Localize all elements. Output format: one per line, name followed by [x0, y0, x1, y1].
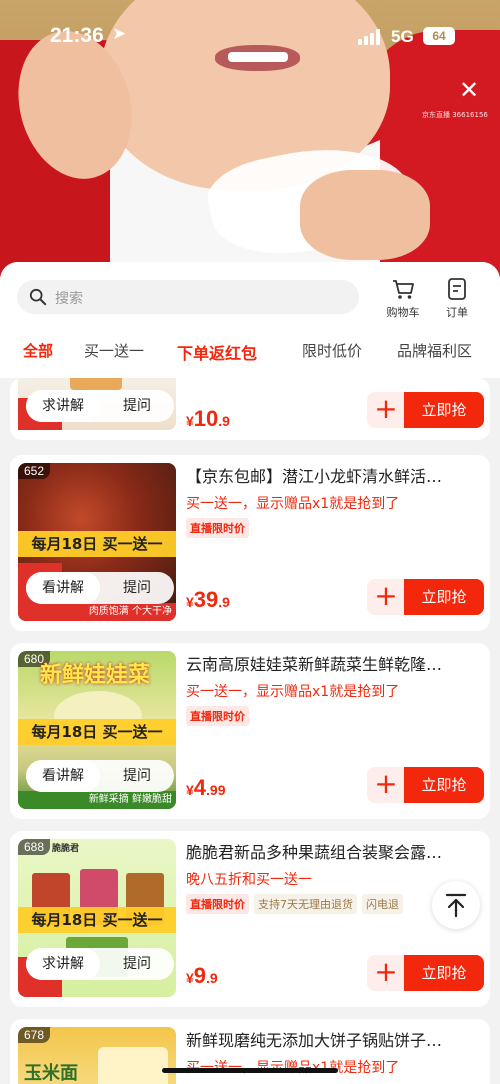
search-icon: [29, 288, 47, 306]
cart-label: 购物车: [386, 306, 420, 319]
ask-question-button[interactable]: 提问: [100, 572, 174, 604]
cart-icon: [393, 280, 414, 299]
watch-explain-button[interactable]: 看讲解: [26, 572, 100, 604]
price-integer: 4: [193, 775, 207, 800]
ask-question-button[interactable]: 提问: [100, 760, 174, 792]
tab-buy-one-get-one[interactable]: 买一送一: [84, 340, 144, 361]
explain-ask-pill: 求讲解 提问: [26, 390, 174, 422]
promo-band: 每月18日 买一送一: [18, 719, 176, 745]
cart-button[interactable]: 购物车: [378, 276, 428, 320]
search-input[interactable]: 搜索: [17, 280, 359, 314]
explain-ask-pill: 看讲解 提问: [26, 760, 174, 792]
tag-live-price: 直播限时价: [186, 894, 249, 914]
explain-ask-pill: 看讲解 提问: [26, 572, 174, 604]
tab-red-packet[interactable]: 下单返红包: [177, 340, 257, 364]
product-price: ¥39.9: [186, 587, 230, 612]
add-to-cart-button[interactable]: +: [367, 955, 405, 991]
product-subtitle: 买一送一，显示赠品x1就是抢到了: [186, 1057, 399, 1077]
product-tags: 直播限时价: [186, 518, 254, 538]
panel-header: 搜索 购物车 订单 全部 买一送一 下单返红包 限时低价 品牌福利区: [0, 262, 500, 378]
category-tabs: 全部 买一送一 下单返红包 限时低价 品牌福利区: [0, 340, 500, 364]
product-title[interactable]: 脆脆君新品多种果蔬组合装聚会露…: [186, 839, 478, 863]
product-card[interactable]: 求讲解 提问 ¥10.9 + 立即抢: [10, 378, 490, 440]
orders-icon: [448, 278, 466, 300]
explain-ask-pill: 求讲解 提问: [26, 948, 174, 980]
product-price: ¥9.9: [186, 963, 218, 988]
request-explain-button[interactable]: 求讲解: [26, 390, 100, 422]
arrow-up-icon: [445, 893, 467, 918]
product-card[interactable]: 652 每月18日 买一送一 肉质饱满 个大干净 看讲解 提问 【京东包邮】潜江…: [10, 455, 490, 631]
battery-icon: 64: [423, 27, 455, 45]
price-decimal: .9: [218, 594, 230, 610]
product-subtitle: 买一送一，显示赠品x1就是抢到了: [186, 496, 400, 512]
product-thumbnail: 678 玉米面: [18, 1027, 176, 1084]
product-title[interactable]: 新鲜现磨纯无添加大饼子锅贴饼子…: [186, 1027, 478, 1051]
signal-icon: [358, 29, 384, 45]
product-title[interactable]: 【京东包邮】潜江小龙虾清水鲜活…: [186, 463, 478, 487]
brand-name: 脆脆君: [52, 844, 80, 854]
status-bar: 21:36 ➤ 5G 64: [0, 0, 500, 74]
product-card[interactable]: 688 脆脆君 每月18日 买一送一 求讲解 提问 脆脆君新品多种果蔬组合装聚会…: [10, 831, 490, 1007]
price-decimal: .9: [206, 970, 218, 986]
back-to-top-button[interactable]: [432, 881, 480, 929]
tab-brand-welfare[interactable]: 品牌福利区: [397, 340, 472, 361]
thumb-footer: 新鲜采摘 鲜嫩脆甜: [18, 791, 176, 809]
buy-now-button[interactable]: 立即抢: [404, 579, 484, 615]
live-watermark: 京东直播 36616156: [422, 111, 488, 119]
promo-band: 每月18日 买一送一: [18, 907, 176, 933]
price-integer: 9: [193, 963, 207, 988]
tab-limited-low-price[interactable]: 限时低价: [302, 340, 362, 361]
product-title[interactable]: 云南高原娃娃菜新鲜蔬菜生鲜乾隆…: [186, 651, 478, 675]
thumb-title: 新鲜娃娃菜: [40, 663, 151, 688]
add-to-cart-button[interactable]: +: [367, 579, 405, 615]
product-subtitle: 晚八五折和买一送一: [186, 872, 312, 888]
tag-live-price: 直播限时价: [186, 706, 249, 726]
tag-return-policy: 支持7天无理由退货: [254, 894, 357, 914]
request-explain-button[interactable]: 求讲解: [26, 948, 100, 980]
home-indicator[interactable]: [162, 1068, 338, 1073]
battery-level: 64: [432, 29, 446, 43]
network-type: 5G: [391, 27, 414, 46]
price-integer: 10: [193, 406, 219, 431]
product-panel: 搜索 购物车 订单 全部 买一送一 下单返红包 限时低价 品牌福利区 求讲解 提…: [0, 262, 500, 1084]
tag-live-price: 直播限时价: [186, 518, 249, 538]
buy-now-button[interactable]: 立即抢: [404, 392, 484, 428]
tag-flash-refund: 闪电退: [362, 894, 403, 914]
product-image-snack: [70, 378, 122, 390]
price-integer: 39: [193, 587, 219, 612]
location-arrow-icon: ➤: [112, 24, 127, 44]
product-subtitle: 买一送一，显示赠品x1就是抢到了: [186, 684, 400, 700]
watch-explain-button[interactable]: 看讲解: [26, 760, 100, 792]
buy-now-button[interactable]: 立即抢: [404, 955, 484, 991]
orders-button[interactable]: 订单: [432, 276, 482, 320]
thumb-footer: 肉质饱满 个大干净: [18, 603, 176, 621]
thumb-title: 玉米面: [24, 1063, 78, 1084]
product-card[interactable]: 678 玉米面 新鲜现磨纯无添加大饼子锅贴饼子… 买一送一，显示赠品x1就是抢到…: [10, 1019, 490, 1084]
product-price: ¥10.9: [186, 406, 230, 431]
close-icon[interactable]: ✕: [455, 76, 483, 104]
product-tags: 直播限时价: [186, 706, 254, 726]
product-image-pack: [98, 1047, 168, 1084]
add-to-cart-button[interactable]: +: [367, 392, 405, 428]
ask-question-button[interactable]: 提问: [100, 390, 174, 422]
orders-label: 订单: [446, 306, 468, 319]
ask-question-button[interactable]: 提问: [100, 948, 174, 980]
product-card[interactable]: 680 新鲜娃娃菜 每月18日 买一送一 新鲜采摘 鲜嫩脆甜 看讲解 提问 云南…: [10, 643, 490, 819]
price-decimal: .99: [206, 782, 226, 798]
promo-band: 每月18日 买一送一: [18, 531, 176, 557]
video-hand-right: [300, 170, 430, 260]
product-price: ¥4.99: [186, 775, 226, 800]
status-time: 21:36: [50, 24, 104, 47]
product-rank: 688: [18, 839, 51, 855]
price-decimal: .9: [218, 413, 230, 429]
add-to-cart-button[interactable]: +: [367, 767, 405, 803]
tab-all[interactable]: 全部: [23, 340, 53, 361]
search-placeholder: 搜索: [55, 291, 83, 307]
product-rank: 652: [18, 463, 51, 479]
product-rank: 678: [18, 1027, 51, 1043]
buy-now-button[interactable]: 立即抢: [404, 767, 484, 803]
